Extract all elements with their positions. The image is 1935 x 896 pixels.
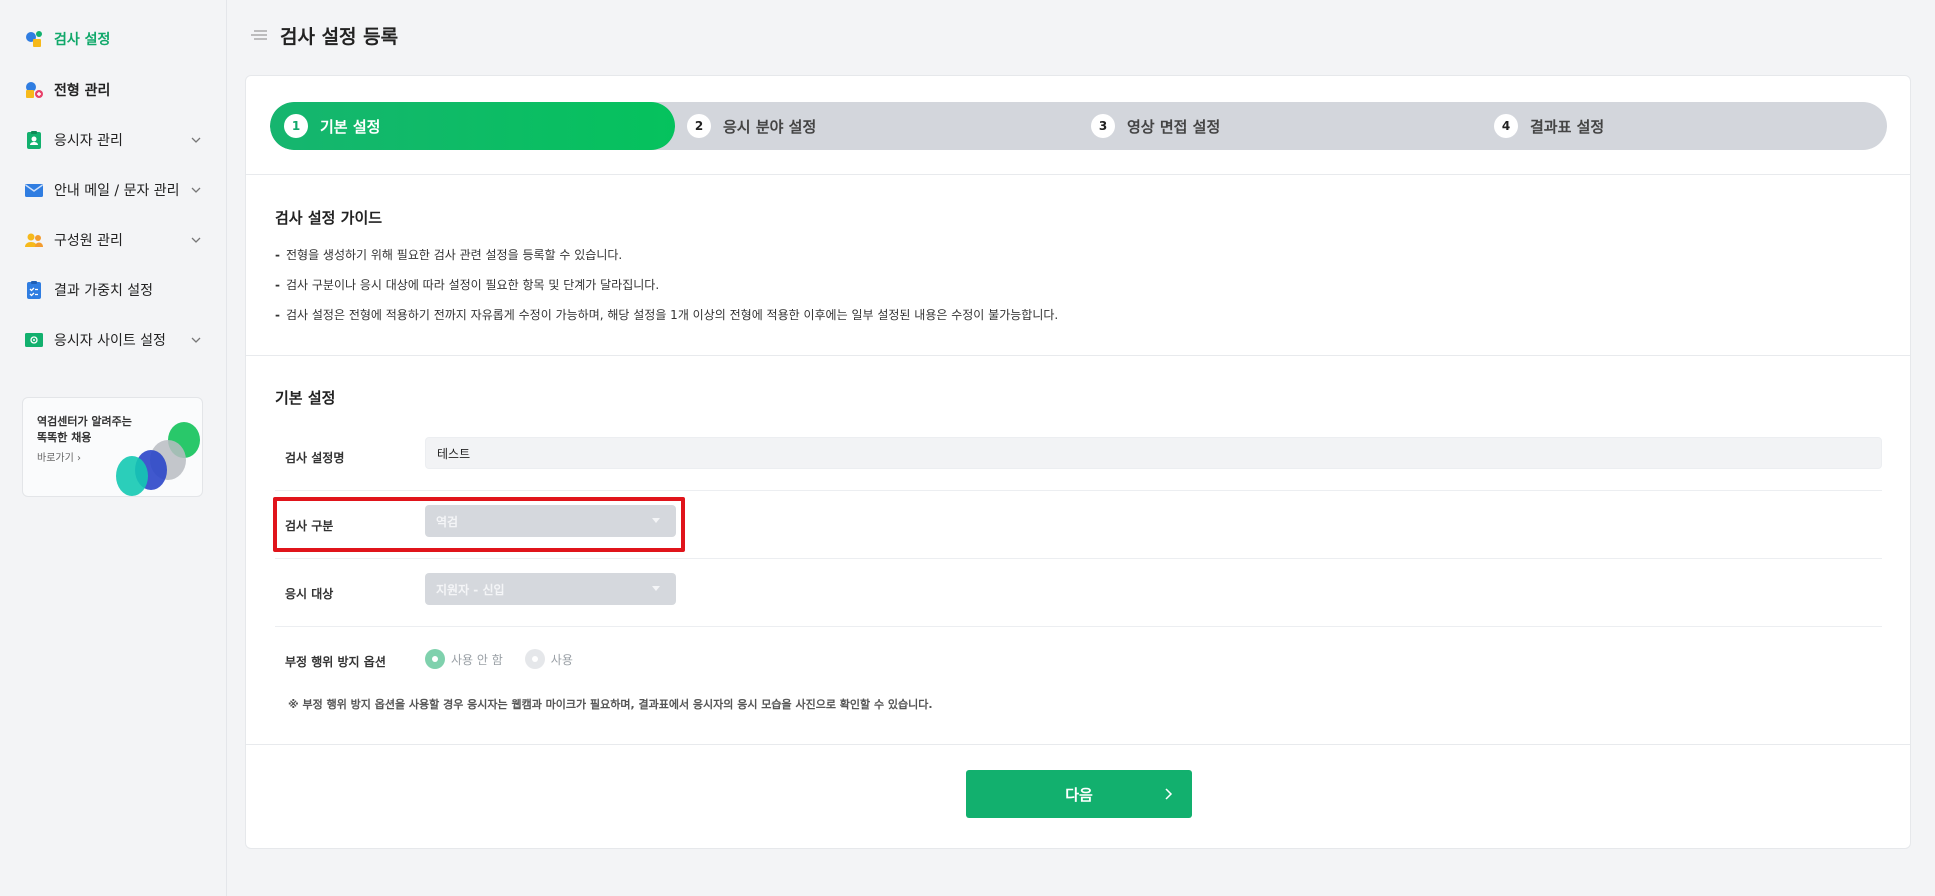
applicant-badge-icon bbox=[24, 130, 44, 150]
sidebar-item-screening[interactable]: 전형 관리 bbox=[24, 76, 202, 104]
next-button[interactable]: 다음 bbox=[966, 770, 1192, 818]
step-video[interactable]: 3 영상 면접 설정 bbox=[1091, 102, 1220, 150]
page-header: 검사 설정 등록 bbox=[250, 22, 398, 48]
guide-line: - 전형을 생성하기 위해 필요한 검사 관련 설정을 등록할 수 있습니다. bbox=[275, 248, 623, 262]
sidebar-item-weights[interactable]: 결과 가중치 설정 bbox=[24, 276, 202, 304]
step-field[interactable]: 2 응시 분야 설정 bbox=[687, 102, 816, 150]
step-basic[interactable]: 1 기본 설정 bbox=[284, 102, 380, 150]
promo-illustration-icon bbox=[116, 422, 200, 496]
guide-title: 검사 설정 가이드 bbox=[275, 209, 383, 227]
divider bbox=[246, 355, 1910, 356]
sidebar-item-site-settings[interactable]: 응시자 사이트 설정 bbox=[24, 326, 202, 354]
chevron-down-icon bbox=[191, 237, 201, 243]
cheat-option-on[interactable]: 사용 bbox=[524, 649, 573, 669]
cheat-note: ※ 부정 행위 방지 옵션을 사용할 경우 응시자는 웹캠과 마이크가 필요하며… bbox=[288, 698, 933, 711]
divider bbox=[246, 744, 1910, 745]
test-name-input[interactable] bbox=[425, 437, 1882, 469]
form-row-target: 응시 대상 지원자 - 신입 bbox=[275, 559, 1882, 627]
caret-down-icon bbox=[652, 518, 660, 523]
chevron-down-icon bbox=[191, 337, 201, 343]
checklist-icon bbox=[24, 280, 44, 300]
basic-settings-title: 기본 설정 bbox=[275, 389, 336, 407]
sidebar-item-test-settings[interactable]: 검사 설정 bbox=[24, 25, 202, 53]
chevron-down-icon bbox=[191, 137, 201, 143]
step-result[interactable]: 4 결과표 설정 bbox=[1494, 102, 1604, 150]
chevron-down-icon bbox=[191, 187, 201, 193]
form-row-cheat: 부정 행위 방지 옵션 사용 안 함 사용 bbox=[275, 627, 1882, 695]
promo-link[interactable]: 바로가기 › bbox=[37, 449, 81, 464]
caret-down-icon bbox=[652, 586, 660, 591]
cheat-option-off[interactable]: 사용 안 함 bbox=[425, 649, 503, 669]
chevron-right-icon bbox=[1165, 788, 1173, 800]
divider bbox=[246, 174, 1910, 175]
sidebar-item-mail[interactable]: 안내 메일 / 문자 관리 bbox=[24, 176, 202, 204]
promo-banner[interactable]: 역검센터가 알려주는 똑똑한 채용 바로가기 › bbox=[22, 397, 203, 497]
test-type-select[interactable]: 역검 bbox=[425, 505, 676, 537]
menu-lines-icon[interactable] bbox=[250, 28, 268, 42]
main-card: 1 기본 설정 2 응시 분야 설정 3 영상 면접 설정 4 결과표 설정 검… bbox=[245, 75, 1911, 849]
cheat-radio-group: 사용 안 함 사용 bbox=[425, 649, 595, 669]
screening-icon bbox=[24, 80, 44, 100]
test-settings-icon bbox=[24, 29, 44, 49]
sidebar: 검사 설정 전형 관리 응시자 관리 안내 메일 / 문자 관리 구성원 관리 … bbox=[0, 0, 227, 896]
sidebar-item-members[interactable]: 구성원 관리 bbox=[24, 226, 202, 254]
page-title: 검사 설정 등록 bbox=[280, 25, 399, 48]
mail-icon bbox=[24, 180, 44, 200]
form-row-type: 검사 구분 역검 bbox=[275, 491, 1882, 559]
radio-unselected-icon[interactable] bbox=[524, 649, 545, 669]
guide-line: - 검사 설정은 전형에 적용하기 전까지 자유롭게 수정이 가능하며, 해당 설… bbox=[275, 308, 1059, 322]
members-icon bbox=[24, 230, 44, 250]
form-row-name: 검사 설정명 bbox=[275, 423, 1882, 491]
radio-selected-icon[interactable] bbox=[425, 649, 445, 669]
target-select[interactable]: 지원자 - 신입 bbox=[425, 573, 676, 605]
stepper: 1 기본 설정 2 응시 분야 설정 3 영상 면접 설정 4 결과표 설정 bbox=[270, 102, 1887, 150]
site-settings-icon bbox=[24, 330, 44, 350]
sidebar-item-applicants[interactable]: 응시자 관리 bbox=[24, 126, 202, 154]
guide-line: - 검사 구분이나 응시 대상에 따라 설정이 필요한 항목 및 단계가 달라집니… bbox=[275, 278, 660, 292]
